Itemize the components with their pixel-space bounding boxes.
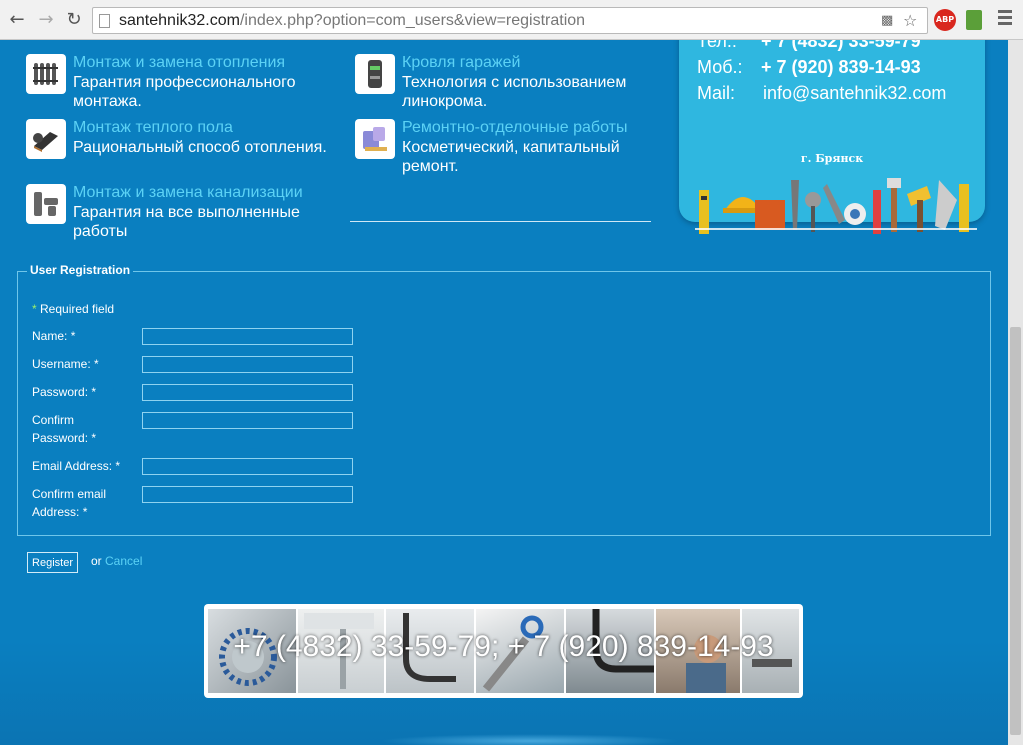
floor-heating-icon xyxy=(26,119,66,159)
service-desc: Гарантия на все выполненные работы xyxy=(73,204,300,240)
menu-icon[interactable] xyxy=(998,10,1012,28)
confirm-password-input[interactable] xyxy=(142,412,353,429)
paint-tools-icon xyxy=(355,119,395,159)
extension-icon[interactable] xyxy=(966,10,982,30)
required-star: * xyxy=(82,505,88,519)
phones-banner: +7 (4832) 33-59-79; + 7 (920) 839-14-93 xyxy=(204,604,803,698)
required-note: * Required field xyxy=(32,302,114,316)
required-star: * xyxy=(70,329,76,343)
bookmark-star-icon[interactable]: ☆ xyxy=(903,11,917,30)
url-host: santehnik32.com xyxy=(119,12,240,29)
password-label: Password: * xyxy=(32,383,132,401)
contact-box: Тел.: + 7 (4832) 33-59-79 Моб.: + 7 (920) … xyxy=(679,40,985,234)
service-heating: Монтаж и замена отопления Гарантия профе… xyxy=(26,54,346,114)
service-desc: Рациональный способ отопления. xyxy=(73,139,327,156)
page-icon xyxy=(99,14,110,28)
mobile-row: Моб.: + 7 (920) 839-14-93 xyxy=(697,57,921,78)
name-label-text: Name: xyxy=(32,329,68,343)
service-renovation: Ремонтно-отделочные работы Косметический… xyxy=(355,119,675,179)
service-title[interactable]: Монтаж и замена канализации xyxy=(73,184,303,202)
service-sewerage: Монтаж и замена канализации Гарантия на … xyxy=(26,184,346,244)
confirm-password-label-text: Confirm Password: xyxy=(32,413,89,445)
service-title[interactable]: Кровля гаражей xyxy=(402,54,520,72)
service-title[interactable]: Монтаж теплого пола xyxy=(73,119,233,137)
service-desc: Гарантия профессионального монтажа. xyxy=(73,74,296,110)
service-roofing: Кровля гаражей Технология с использовани… xyxy=(355,54,675,114)
scrollbar[interactable] xyxy=(1008,40,1023,745)
required-star: * xyxy=(91,431,97,445)
mail-label: Mail: xyxy=(697,83,736,103)
bottom-glow xyxy=(380,734,680,745)
registration-legend: User Registration xyxy=(27,263,134,277)
required-star: * xyxy=(91,385,97,399)
url-path: /index.php?option=com_users&view=registr… xyxy=(239,12,586,29)
username-label-text: Username: xyxy=(32,357,91,371)
username-input[interactable] xyxy=(142,356,353,373)
service-desc: Косметический, капитальный ремонт. xyxy=(402,139,620,175)
required-note-text: Required field xyxy=(40,302,115,316)
mail-value[interactable]: info@santehnik32.com xyxy=(763,83,946,103)
password-input[interactable] xyxy=(142,384,353,401)
required-star: * xyxy=(32,302,37,316)
service-title[interactable]: Ремонтно-отделочные работы xyxy=(402,119,627,137)
phone-value: + 7 (4832) 33-59-79 xyxy=(761,40,921,51)
mail-row: Mail: info@santehnik32.com xyxy=(697,83,946,104)
email-label-text: Email Address: xyxy=(32,459,113,473)
confirm-email-label: Confirm email Address: * xyxy=(32,485,122,521)
city-label: г. Брянск xyxy=(800,152,864,165)
mobile-label: Моб.: xyxy=(697,57,743,77)
radiator-icon xyxy=(26,54,66,94)
mobile-value: + 7 (920) 839-14-93 xyxy=(761,57,921,77)
confirm-email-input[interactable] xyxy=(142,486,353,503)
page-content: Монтаж и замена отопления Гарантия профе… xyxy=(0,40,1008,745)
phone-row: Тел.: + 7 (4832) 33-59-79 xyxy=(697,40,921,52)
forward-icon[interactable]: → xyxy=(35,9,57,31)
confirm-email-label-text: Confirm email Address: xyxy=(32,487,107,519)
divider xyxy=(350,221,651,222)
username-label: Username: * xyxy=(32,355,132,373)
address-bar[interactable]: santehnik32.com/index.php?option=com_use… xyxy=(92,7,928,34)
url-text[interactable]: santehnik32.com/index.php?option=com_use… xyxy=(119,12,585,30)
name-label: Name: * xyxy=(32,327,132,345)
confirm-password-label: Confirm Password: * xyxy=(32,411,112,447)
roll-icon xyxy=(355,54,395,94)
cancel-link[interactable]: Cancel xyxy=(105,554,142,568)
pipes-icon xyxy=(26,184,66,224)
email-label: Email Address: * xyxy=(32,457,132,475)
translate-icon[interactable]: ▩ xyxy=(881,13,893,28)
service-floor-heating: Монтаж теплого пола Рациональный способ … xyxy=(26,119,346,179)
scrollbar-thumb[interactable] xyxy=(1010,327,1021,735)
reload-icon[interactable]: ↻ xyxy=(63,9,85,31)
register-button[interactable]: Register xyxy=(27,552,78,573)
or-text: or xyxy=(91,554,102,568)
tools-illustration-icon xyxy=(699,178,969,234)
phone-label: Тел.: xyxy=(697,40,737,51)
password-label-text: Password: xyxy=(32,385,89,399)
service-desc: Технология с использованием линокрома. xyxy=(402,74,627,110)
banner-phones: +7 (4832) 33-59-79; + 7 (920) 839-14-93 xyxy=(233,630,774,663)
browser-toolbar: ← → ↻ santehnik32.com/index.php?option=c… xyxy=(0,0,1023,40)
tools-underline xyxy=(695,228,977,230)
required-star: * xyxy=(115,459,121,473)
adblock-icon[interactable]: ABP xyxy=(934,9,956,31)
service-title[interactable]: Монтаж и замена отопления xyxy=(73,54,285,72)
required-star: * xyxy=(94,357,99,371)
email-input[interactable] xyxy=(142,458,353,475)
back-icon[interactable]: ← xyxy=(6,9,28,31)
name-input[interactable] xyxy=(142,328,353,345)
